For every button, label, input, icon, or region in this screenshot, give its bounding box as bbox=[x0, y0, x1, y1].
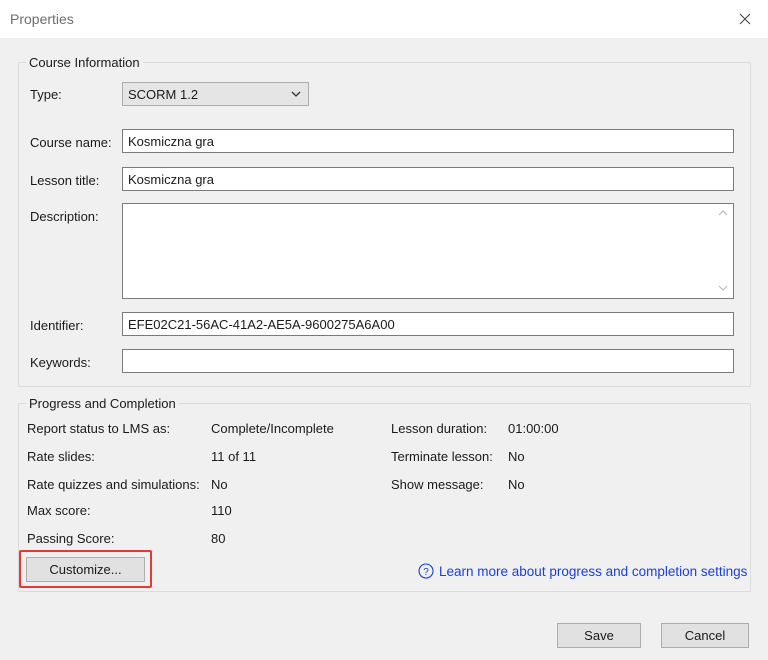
window-title: Properties bbox=[10, 11, 74, 27]
rate-quizzes-label: Rate quizzes and simulations: bbox=[27, 477, 200, 492]
customize-button[interactable]: Customize... bbox=[26, 557, 145, 582]
description-scroll-up[interactable] bbox=[714, 206, 732, 220]
cancel-button[interactable]: Cancel bbox=[661, 623, 749, 648]
terminate-lesson-value: No bbox=[508, 449, 525, 464]
type-select-value: SCORM 1.2 bbox=[128, 86, 199, 102]
close-icon bbox=[739, 13, 751, 25]
course-information-legend: Course Information bbox=[26, 55, 143, 70]
description-textarea[interactable] bbox=[122, 203, 734, 299]
max-score-label: Max score: bbox=[27, 503, 91, 518]
type-select[interactable]: SCORM 1.2 bbox=[122, 82, 309, 106]
rate-quizzes-value: No bbox=[211, 477, 228, 492]
help-link[interactable]: ? Learn more about progress and completi… bbox=[418, 563, 747, 579]
svg-text:?: ? bbox=[423, 567, 429, 578]
identifier-input[interactable] bbox=[122, 312, 734, 336]
passing-score-value: 80 bbox=[211, 531, 226, 546]
passing-score-label: Passing Score: bbox=[27, 531, 115, 546]
save-button[interactable]: Save bbox=[557, 623, 641, 648]
course-name-label: Course name: bbox=[30, 135, 112, 150]
lesson-duration-label: Lesson duration: bbox=[391, 421, 488, 436]
max-score-value: 110 bbox=[211, 503, 232, 518]
show-message-value: No bbox=[508, 477, 525, 492]
chevron-up-icon bbox=[718, 210, 728, 216]
description-scroll-down[interactable] bbox=[714, 281, 732, 295]
rate-slides-value: 11 of 11 bbox=[211, 449, 257, 464]
lesson-title-label: Lesson title: bbox=[30, 173, 100, 188]
report-status-label: Report status to LMS as: bbox=[27, 421, 171, 436]
description-label: Description: bbox=[30, 209, 99, 224]
lesson-duration-value: 01:00:00 bbox=[508, 421, 559, 436]
terminate-lesson-label: Terminate lesson: bbox=[391, 449, 493, 464]
show-message-label: Show message: bbox=[391, 477, 484, 492]
course-name-input[interactable] bbox=[122, 129, 734, 153]
report-status-value: Complete/Incomplete bbox=[211, 421, 334, 436]
chevron-down-icon bbox=[291, 91, 301, 97]
lesson-title-input[interactable] bbox=[122, 167, 734, 191]
help-circle-icon: ? bbox=[418, 563, 434, 579]
type-label: Type: bbox=[30, 87, 62, 102]
keywords-input[interactable] bbox=[122, 349, 734, 373]
rate-slides-label: Rate slides: bbox=[27, 449, 95, 464]
identifier-label: Identifier: bbox=[30, 318, 84, 333]
keywords-label: Keywords: bbox=[30, 355, 91, 370]
title-bar: Properties bbox=[0, 0, 768, 38]
chevron-down-icon bbox=[718, 285, 728, 291]
close-button[interactable] bbox=[722, 0, 768, 38]
help-link-text: Learn more about progress and completion… bbox=[439, 563, 748, 579]
progress-completion-legend: Progress and Completion bbox=[26, 396, 179, 411]
